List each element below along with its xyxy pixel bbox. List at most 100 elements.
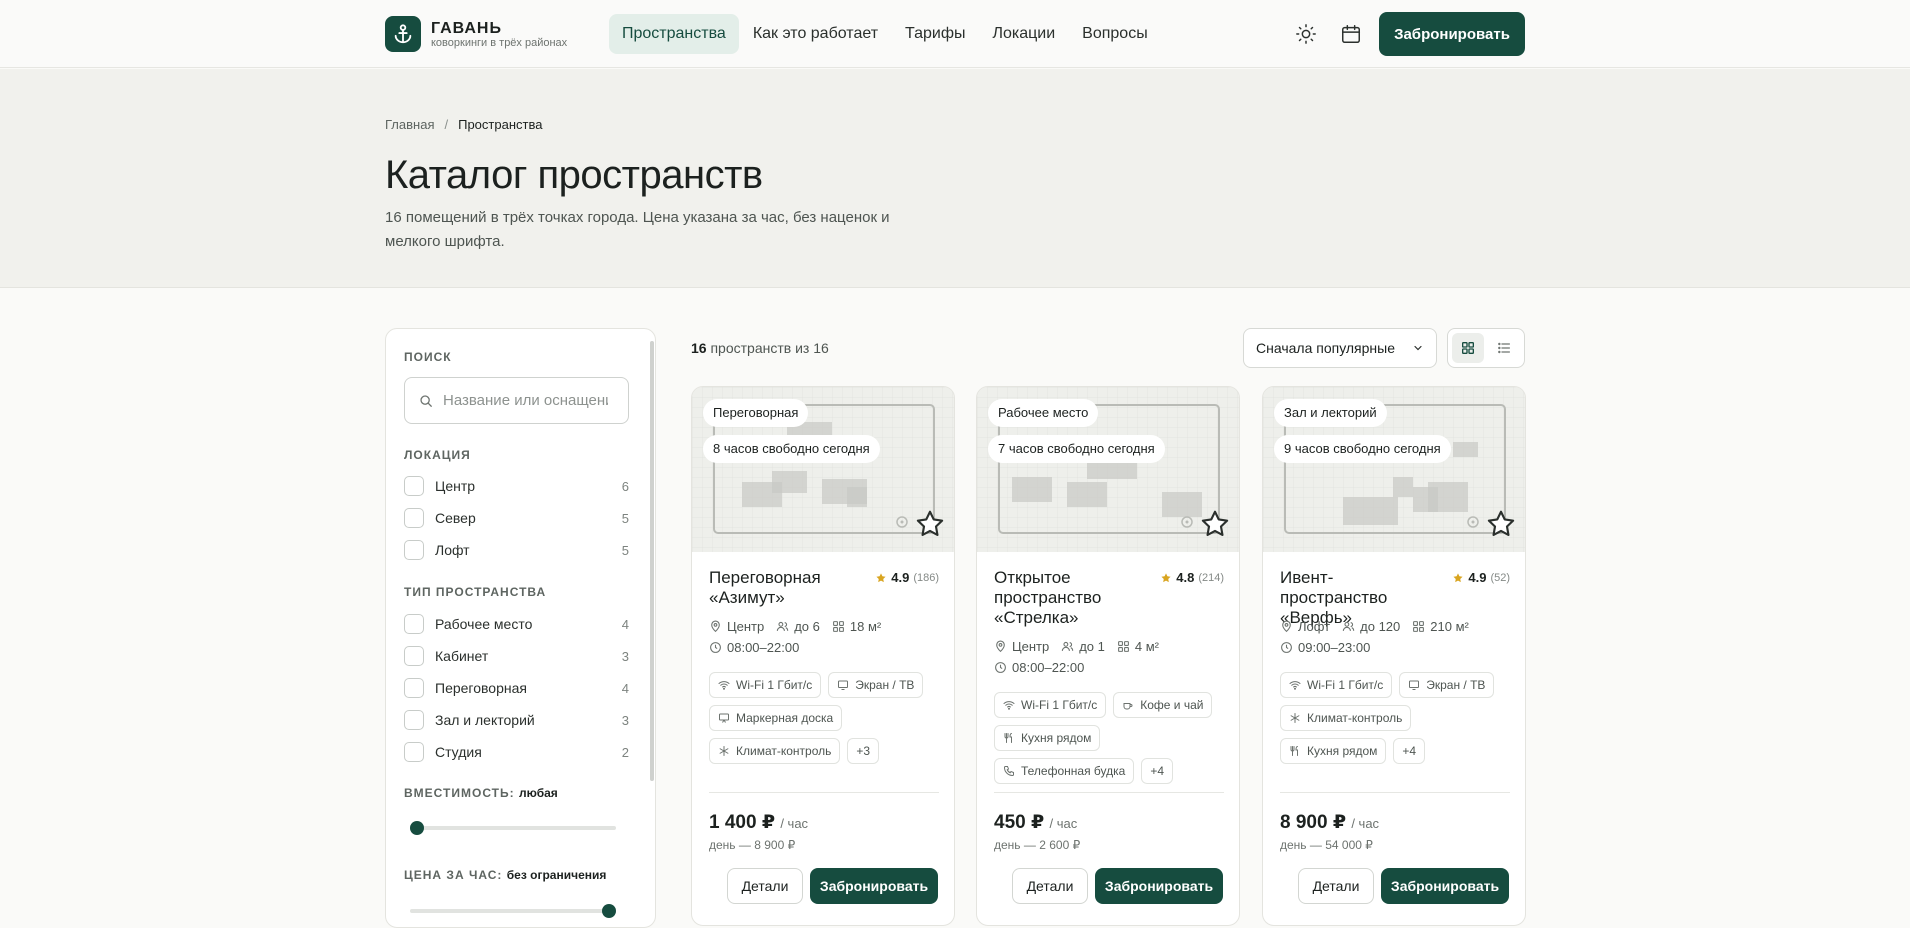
amenity-label: Wi-Fi 1 Гбит/с xyxy=(736,678,813,692)
snowflake-icon xyxy=(718,745,730,757)
space-card[interactable]: Переговорная 8 часов свободно сегодня Пе… xyxy=(691,386,955,926)
amenity-label: Маркерная доска xyxy=(736,711,834,725)
sort-select[interactable]: Сначала популярные xyxy=(1243,328,1437,368)
results-shown: 16 xyxy=(691,340,707,356)
rating: 4.9 (52) xyxy=(1452,570,1510,585)
checkbox[interactable] xyxy=(404,540,424,560)
brand-logo[interactable]: ГАВАНЬ коворкинги в трёх районах xyxy=(385,16,567,52)
sun-icon[interactable] xyxy=(1295,23,1317,45)
filter-location-loft[interactable]: Лофт 5 xyxy=(404,539,629,561)
price-title: ЦЕНА ЗА ЧАС: xyxy=(404,868,503,882)
favorite-star-icon[interactable] xyxy=(1485,508,1517,540)
nav-item-spaces[interactable]: Пространства xyxy=(609,14,739,54)
breadcrumb-home[interactable]: Главная xyxy=(385,117,434,132)
space-photo[interactable]: Зал и лекторий 9 часов свободно сегодня xyxy=(1263,387,1525,552)
list-icon xyxy=(1496,340,1512,356)
space-photo[interactable]: Рабочее место 7 часов свободно сегодня xyxy=(977,387,1239,552)
checkbox[interactable] xyxy=(404,742,424,762)
book-button[interactable]: Забронировать xyxy=(1095,868,1223,904)
capacity-slider[interactable] xyxy=(410,821,616,835)
capacity-slider-handle[interactable] xyxy=(410,821,424,835)
more-amenities[interactable]: +3 xyxy=(847,738,880,764)
checkbox[interactable] xyxy=(404,646,424,666)
price-value: 450 ₽ xyxy=(994,812,1045,833)
filter-count: 2 xyxy=(621,744,629,760)
details-button[interactable]: Детали xyxy=(1012,868,1088,904)
hours-text: 08:00–22:00 xyxy=(727,640,800,655)
more-amenities[interactable]: +4 xyxy=(1393,738,1426,764)
availability-badge: 8 часов свободно сегодня xyxy=(703,435,880,463)
reviews-count: (52) xyxy=(1490,571,1510,584)
tv-icon xyxy=(1408,679,1420,691)
rating: 4.8 (214) xyxy=(1160,570,1224,585)
wifi-icon xyxy=(1289,679,1301,691)
filter-location-north[interactable]: Север 5 xyxy=(404,507,629,529)
details-button[interactable]: Детали xyxy=(1298,868,1374,904)
price-slider[interactable] xyxy=(410,904,616,918)
capacity-value: любая xyxy=(518,786,558,800)
filter-type-meeting[interactable]: Переговорная 4 xyxy=(404,677,629,699)
details-button[interactable]: Детали xyxy=(727,868,803,904)
amenity-tag: Климат-контроль xyxy=(709,738,841,764)
star-icon xyxy=(1160,572,1172,584)
people-icon xyxy=(1061,640,1074,653)
coffee-icon xyxy=(1122,699,1134,711)
amenity-label: Wi-Fi 1 Гбит/с xyxy=(1307,678,1384,692)
space-name[interactable]: Переговорная «Азимут» xyxy=(709,568,869,608)
search-field[interactable] xyxy=(404,377,629,424)
favorite-star-icon[interactable] xyxy=(1199,508,1231,540)
grid-view-button[interactable] xyxy=(1452,333,1484,363)
space-photo[interactable]: Переговорная 8 часов свободно сегодня xyxy=(692,387,954,552)
nav-item-how-it-works[interactable]: Как это работает xyxy=(740,14,891,54)
rating: 4.9 (186) xyxy=(875,570,939,585)
nav-item-locations[interactable]: Локации xyxy=(979,14,1068,54)
filter-label: Рабочее место xyxy=(435,616,533,632)
area-icon xyxy=(1412,620,1425,633)
checkbox[interactable] xyxy=(404,614,424,634)
filter-label: Переговорная xyxy=(435,680,527,696)
area-icon xyxy=(832,620,845,633)
space-card[interactable]: Зал и лекторий 9 часов свободно сегодня … xyxy=(1262,386,1526,926)
people-icon xyxy=(1342,620,1355,633)
nav-item-pricing[interactable]: Тарифы xyxy=(892,14,978,54)
filter-location-center[interactable]: Центр 6 xyxy=(404,475,629,497)
price-heading: ЦЕНА ЗА ЧАС: без ограничения xyxy=(404,868,606,882)
filter-type-office[interactable]: Кабинет 3 xyxy=(404,645,629,667)
price-slider-handle[interactable] xyxy=(602,904,616,918)
filter-count: 3 xyxy=(621,648,629,664)
book-button[interactable]: Забронировать xyxy=(810,868,938,904)
amenities-list: Wi-Fi 1 Гбит/с Экран / ТВ Климат-контроль К… xyxy=(1280,672,1512,764)
book-button[interactable]: Забронировать xyxy=(1381,868,1509,904)
more-amenities[interactable]: +4 xyxy=(1141,758,1174,784)
checkbox[interactable] xyxy=(404,678,424,698)
day-price: день — 54 000 ₽ xyxy=(1280,838,1373,852)
nav-item-faq[interactable]: Вопросы xyxy=(1069,14,1161,54)
calendar-icon[interactable] xyxy=(1340,23,1362,45)
amenity-label: Экран / ТВ xyxy=(1426,678,1486,692)
favorite-star-icon[interactable] xyxy=(914,508,946,540)
kitchen-icon xyxy=(1003,732,1015,744)
amenity-label: Климат-контроль xyxy=(736,744,832,758)
rating-value: 4.8 xyxy=(1176,570,1195,585)
capacity-title: ВМЕСТИМОСТЬ: xyxy=(404,786,515,800)
checkbox[interactable] xyxy=(404,508,424,528)
price-value: без ограничения xyxy=(506,868,607,882)
space-type-badge: Переговорная xyxy=(703,399,809,427)
filter-type-hall[interactable]: Зал и лекторий 3 xyxy=(404,709,629,731)
space-name[interactable]: Открытое пространство «Стрелка» xyxy=(994,568,1154,628)
card-divider xyxy=(709,792,939,793)
filters-scrollbar[interactable] xyxy=(650,341,654,781)
tv-icon xyxy=(837,679,849,691)
list-view-button[interactable] xyxy=(1488,333,1520,363)
chevron-down-icon xyxy=(1412,342,1424,354)
checkbox[interactable] xyxy=(404,476,424,496)
filter-type-desk[interactable]: Рабочее место 4 xyxy=(404,613,629,635)
filter-type-studio[interactable]: Студия 2 xyxy=(404,741,629,763)
search-input[interactable] xyxy=(443,392,608,409)
grid-icon xyxy=(1460,340,1476,356)
book-button-header[interactable]: Забронировать xyxy=(1379,12,1525,56)
amenity-tag: Wi-Fi 1 Гбит/с xyxy=(994,692,1107,718)
breadcrumb: Главная / Пространства xyxy=(385,117,542,132)
space-card[interactable]: Рабочее место 7 часов свободно сегодня О… xyxy=(976,386,1240,926)
checkbox[interactable] xyxy=(404,710,424,730)
